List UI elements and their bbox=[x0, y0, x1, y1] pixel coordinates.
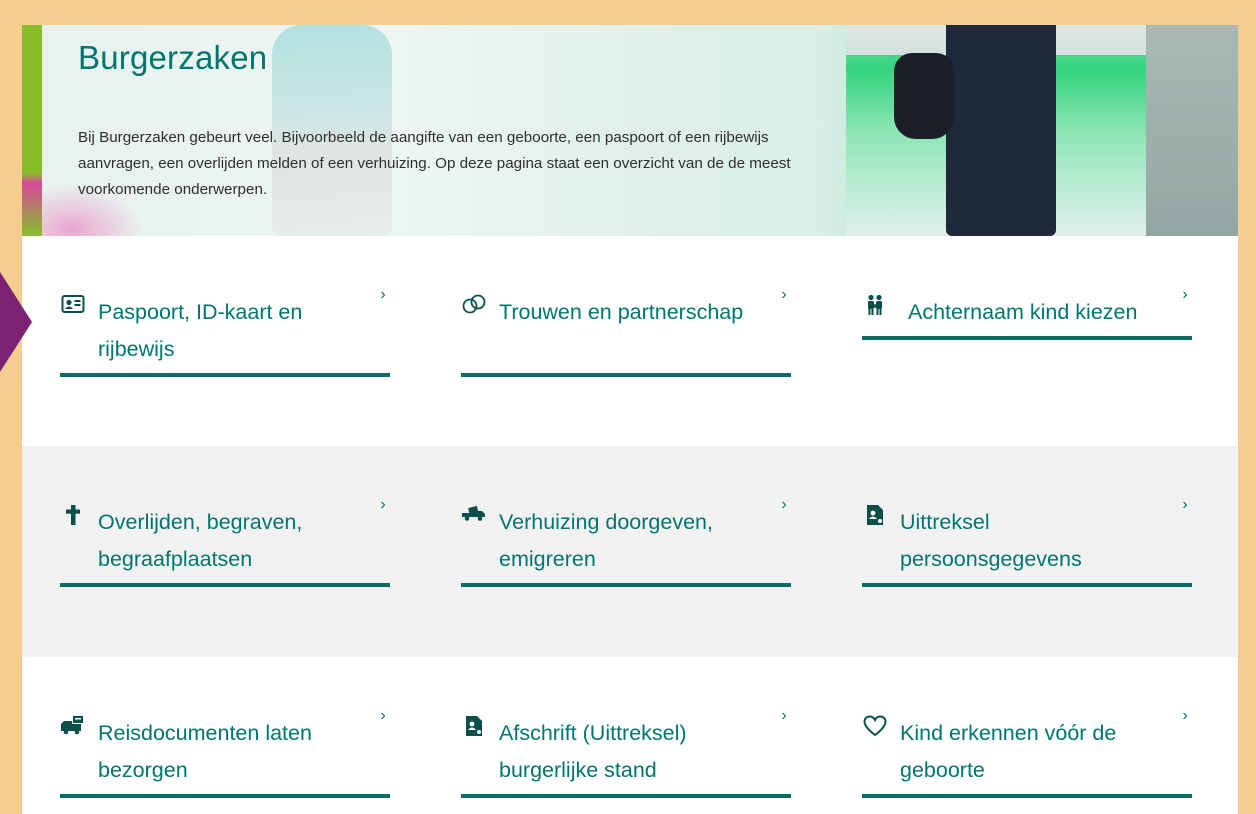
tile-underline bbox=[461, 794, 791, 798]
chevron-right-icon: › bbox=[781, 496, 787, 513]
delivery-van-icon bbox=[60, 715, 86, 741]
tile-label: Trouwen en partnerschap bbox=[499, 300, 744, 324]
tile-underline bbox=[862, 336, 1192, 340]
page-frame: Burgerzaken Bij Burgerzaken gebeurt veel… bbox=[22, 25, 1238, 814]
tile-row-2: Overlijden, begraven, begraafplaatsen › … bbox=[22, 446, 1238, 657]
chevron-right-icon: › bbox=[380, 496, 386, 513]
tile-row-3: Reisdocumenten laten bezorgen › Afschrif… bbox=[22, 657, 1238, 814]
tile-underline bbox=[461, 583, 791, 587]
hero-photo bbox=[846, 25, 1238, 236]
hero-banner: Burgerzaken Bij Burgerzaken gebeurt veel… bbox=[22, 25, 1238, 236]
tile-label: Kind erkennen vóór de geboorte bbox=[900, 721, 1117, 782]
page-title: Burgerzaken bbox=[78, 39, 268, 76]
side-arrow-icon bbox=[0, 272, 32, 372]
hero-photo-figure bbox=[946, 25, 1056, 236]
chevron-right-icon: › bbox=[1182, 707, 1188, 724]
hero-photo-bag bbox=[894, 53, 954, 139]
tile-underline bbox=[862, 794, 1192, 798]
tile-underline bbox=[461, 373, 791, 377]
chevron-right-icon: › bbox=[1182, 286, 1188, 303]
tile-label: Overlijden, begraven, begraafplaatsen bbox=[98, 510, 303, 571]
tile-underline bbox=[60, 373, 390, 377]
page-intro: Bij Burgerzaken gebeurt veel. Bijvoorbee… bbox=[78, 129, 791, 198]
chevron-right-icon: › bbox=[380, 707, 386, 724]
document-person-icon bbox=[862, 504, 888, 530]
tile-label: Paspoort, ID-kaart en rijbewijs bbox=[98, 300, 303, 361]
tile-underline bbox=[862, 583, 1192, 587]
chevron-right-icon: › bbox=[380, 286, 386, 303]
tile-label: Uittreksel persoonsgegevens bbox=[900, 510, 1082, 571]
heart-icon bbox=[862, 715, 888, 741]
tile-label: Afschrift (Uittreksel) burgerlijke stand bbox=[499, 721, 687, 782]
tile-underline bbox=[60, 794, 390, 798]
chevron-right-icon: › bbox=[781, 286, 787, 303]
hero-photo-wall bbox=[1146, 25, 1238, 236]
chevron-right-icon: › bbox=[1182, 496, 1188, 513]
family-icon bbox=[862, 294, 888, 320]
id-card-icon bbox=[60, 294, 86, 320]
tile-label: Verhuizing doorgeven, emigreren bbox=[499, 510, 713, 571]
document-person-icon bbox=[461, 715, 487, 741]
chevron-right-icon: › bbox=[781, 707, 787, 724]
hero-accent-bar bbox=[22, 25, 42, 236]
tile-label: Achternaam kind kiezen bbox=[908, 300, 1138, 324]
tile-underline bbox=[60, 583, 390, 587]
rings-icon bbox=[461, 294, 487, 320]
tile-row-1: Paspoort, ID-kaart en rijbewijs › Trouwe… bbox=[22, 236, 1238, 446]
moving-truck-icon bbox=[461, 504, 487, 530]
tile-label: Reisdocumenten laten bezorgen bbox=[98, 721, 312, 782]
cross-icon bbox=[60, 504, 86, 530]
